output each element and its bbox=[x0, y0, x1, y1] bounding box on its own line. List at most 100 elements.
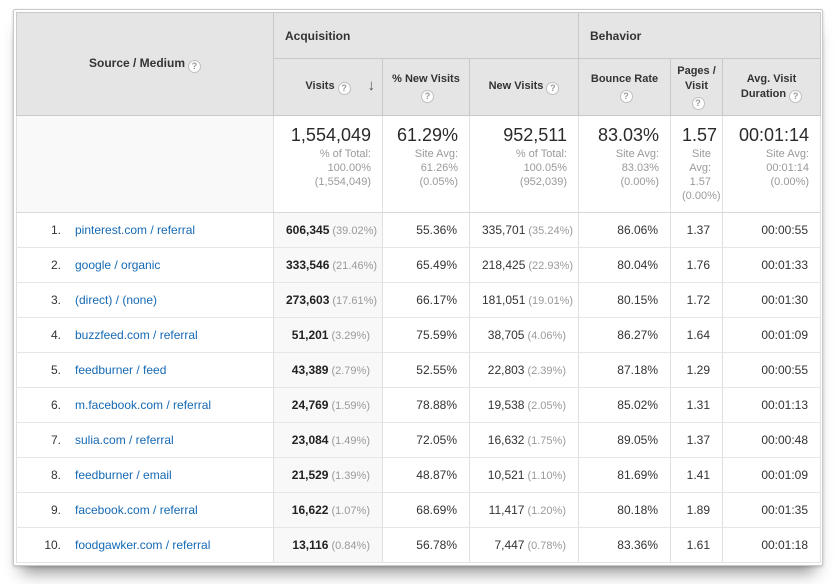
source-medium-table: Source / Medium? Acquisition Behavior Vi… bbox=[16, 12, 821, 563]
new-visits-value: 16,632 bbox=[488, 433, 525, 447]
source-medium-link[interactable]: pinterest.com / referral bbox=[75, 223, 195, 237]
summary-pct-new-visits-subtext: Site Avg: 61.26% (0.05%) bbox=[394, 147, 458, 189]
row-rank: 3. bbox=[27, 293, 61, 307]
visits-value: 51,201 bbox=[292, 328, 329, 342]
source-medium-link[interactable]: buzzfeed.com / referral bbox=[75, 328, 198, 342]
visits-share: (39.02%) bbox=[332, 225, 377, 237]
bounce-rate-cell: 81.69% bbox=[579, 458, 671, 493]
source-medium-link[interactable]: google / organic bbox=[75, 258, 160, 272]
column-header-bounce-rate[interactable]: Bounce Rate? bbox=[579, 59, 671, 116]
row-rank: 4. bbox=[27, 328, 61, 342]
avg-visit-duration-cell: 00:01:35 bbox=[723, 493, 821, 528]
pct-new-visits-cell: 72.05% bbox=[383, 423, 470, 458]
new-visits-value: 335,701 bbox=[482, 223, 525, 237]
column-header-source-medium[interactable]: Source / Medium? bbox=[17, 13, 274, 116]
table-row: 4.buzzfeed.com / referral 51,201(3.29%) … bbox=[17, 318, 821, 353]
column-header-pages-per-visit[interactable]: Pages / Visit? bbox=[671, 59, 723, 116]
column-header-avg-visit-duration[interactable]: Avg. Visit Duration? bbox=[723, 59, 821, 116]
pages-per-visit-cell: 1.31 bbox=[671, 388, 723, 423]
source-cell: 6.m.facebook.com / referral bbox=[17, 388, 274, 423]
bounce-rate-label: Bounce Rate bbox=[591, 73, 658, 85]
source-medium-link[interactable]: feedburner / feed bbox=[75, 363, 166, 377]
table-row: 1.pinterest.com / referral 606,345(39.02… bbox=[17, 213, 821, 248]
help-icon[interactable]: ? bbox=[421, 90, 434, 103]
source-medium-label: Source / Medium bbox=[89, 56, 185, 70]
new-visits-label: New Visits bbox=[489, 80, 544, 92]
source-medium-link[interactable]: (direct) / (none) bbox=[75, 293, 157, 307]
source-medium-link[interactable]: facebook.com / referral bbox=[75, 503, 198, 517]
source-cell: 8.feedburner / email bbox=[17, 458, 274, 493]
pages-per-visit-cell: 1.37 bbox=[671, 423, 723, 458]
source-medium-link[interactable]: m.facebook.com / referral bbox=[75, 398, 211, 412]
source-medium-link[interactable]: sulia.com / referral bbox=[75, 433, 174, 447]
pages-per-visit-cell: 1.64 bbox=[671, 318, 723, 353]
table-row: 5.feedburner / feed 43,389(2.79%) 52.55%… bbox=[17, 353, 821, 388]
source-cell: 10.foodgawker.com / referral bbox=[17, 528, 274, 563]
column-header-new-visits[interactable]: New Visits? bbox=[470, 59, 579, 116]
help-icon[interactable]: ? bbox=[789, 90, 802, 103]
pct-new-visits-cell: 75.59% bbox=[383, 318, 470, 353]
visits-value: 43,389 bbox=[292, 363, 329, 377]
new-visits-share: (1.10%) bbox=[527, 470, 566, 482]
source-cell: 9.facebook.com / referral bbox=[17, 493, 274, 528]
visits-share: (0.84%) bbox=[331, 540, 370, 552]
summary-pages-per-visit-value: 1.57 bbox=[682, 125, 711, 146]
summary-bounce-rate-cell: 83.03% Site Avg: 83.03% (0.00%) bbox=[579, 116, 671, 213]
row-rank: 7. bbox=[27, 433, 61, 447]
row-rank: 5. bbox=[27, 363, 61, 377]
help-icon[interactable]: ? bbox=[546, 82, 559, 95]
acquisition-label: Acquisition bbox=[285, 29, 350, 43]
column-header-pct-new-visits[interactable]: % New Visits? bbox=[383, 59, 470, 116]
new-visits-cell: 10,521(1.10%) bbox=[470, 458, 579, 493]
summary-new-visits-value: 952,511 bbox=[481, 125, 567, 146]
column-header-visits[interactable]: Visits? ↓ bbox=[274, 59, 383, 116]
visits-share: (17.61%) bbox=[332, 295, 377, 307]
avg-visit-duration-cell: 00:01:18 bbox=[723, 528, 821, 563]
bounce-rate-cell: 80.15% bbox=[579, 283, 671, 318]
table-row: 2.google / organic 333,546(21.46%) 65.49… bbox=[17, 248, 821, 283]
new-visits-cell: 181,051(19.01%) bbox=[470, 283, 579, 318]
help-icon[interactable]: ? bbox=[620, 90, 633, 103]
new-visits-value: 38,705 bbox=[488, 328, 525, 342]
new-visits-cell: 16,632(1.75%) bbox=[470, 423, 579, 458]
help-icon[interactable]: ? bbox=[338, 82, 351, 95]
new-visits-value: 11,417 bbox=[489, 503, 525, 517]
visits-cell: 606,345(39.02%) bbox=[274, 213, 383, 248]
new-visits-share: (2.05%) bbox=[527, 400, 566, 412]
pct-new-visits-cell: 66.17% bbox=[383, 283, 470, 318]
bounce-rate-cell: 86.06% bbox=[579, 213, 671, 248]
visits-share: (1.07%) bbox=[331, 505, 370, 517]
avg-visit-duration-cell: 00:01:09 bbox=[723, 458, 821, 493]
pages-per-visit-cell: 1.41 bbox=[671, 458, 723, 493]
visits-share: (1.59%) bbox=[331, 400, 370, 412]
pages-per-visit-cell: 1.37 bbox=[671, 213, 723, 248]
visits-cell: 43,389(2.79%) bbox=[274, 353, 383, 388]
help-icon[interactable]: ? bbox=[188, 60, 201, 73]
visits-value: 273,603 bbox=[286, 293, 329, 307]
summary-visits-cell: 1,554,049 % of Total: 100.00% (1,554,049… bbox=[274, 116, 383, 213]
table-row: 6.m.facebook.com / referral 24,769(1.59%… bbox=[17, 388, 821, 423]
table-row: 10.foodgawker.com / referral 13,116(0.84… bbox=[17, 528, 821, 563]
avg-visit-duration-cell: 00:01:33 bbox=[723, 248, 821, 283]
help-icon[interactable]: ? bbox=[692, 97, 705, 110]
summary-new-visits-cell: 952,511 % of Total: 100.05% (952,039) bbox=[470, 116, 579, 213]
new-visits-value: 10,521 bbox=[488, 468, 525, 482]
avg-visit-duration-cell: 00:00:55 bbox=[723, 213, 821, 248]
source-cell: 7. sulia.com / referral bbox=[17, 423, 274, 458]
source-medium-link[interactable]: feedburner / email bbox=[75, 468, 172, 482]
source-medium-link[interactable]: foodgawker.com / referral bbox=[75, 538, 210, 552]
pct-new-visits-cell: 78.88% bbox=[383, 388, 470, 423]
bounce-rate-cell: 89.05% bbox=[579, 423, 671, 458]
pct-new-visits-cell: 56.78% bbox=[383, 528, 470, 563]
pct-new-visits-cell: 48.87% bbox=[383, 458, 470, 493]
new-visits-cell: 22,803(2.39%) bbox=[470, 353, 579, 388]
source-cell: 5. feedburner / feed bbox=[17, 353, 274, 388]
pct-new-visits-cell: 68.69% bbox=[383, 493, 470, 528]
avg-visit-duration-cell: 00:01:13 bbox=[723, 388, 821, 423]
visits-share: (21.46%) bbox=[332, 260, 377, 272]
source-cell: 1.pinterest.com / referral bbox=[17, 213, 274, 248]
new-visits-value: 19,538 bbox=[488, 398, 525, 412]
table-row: 3. (direct) / (none) 273,603(17.61%) 66.1… bbox=[17, 283, 821, 318]
pages-per-visit-cell: 1.76 bbox=[671, 248, 723, 283]
bounce-rate-cell: 80.18% bbox=[579, 493, 671, 528]
